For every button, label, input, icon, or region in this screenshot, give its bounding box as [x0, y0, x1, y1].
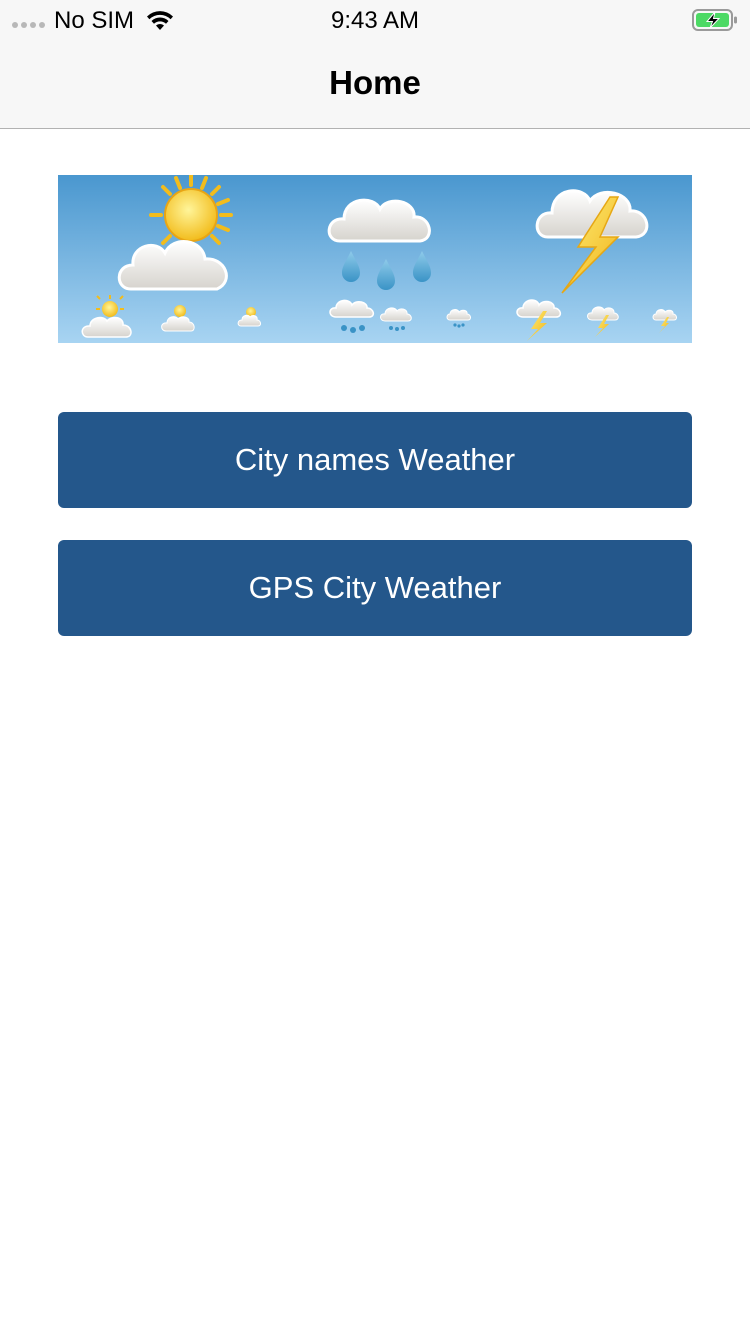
- weather-banner-image: [58, 175, 692, 343]
- battery-charging-icon: [692, 8, 738, 37]
- status-bar: No SIM 9:43 AM: [0, 0, 750, 40]
- status-time: 9:43 AM: [330, 7, 420, 34]
- city-names-weather-button[interactable]: City names Weather: [58, 412, 692, 508]
- gps-city-weather-button[interactable]: GPS City Weather: [58, 540, 692, 636]
- home-screen: No SIM 9:43 AM Home City names Weather G…: [0, 0, 750, 1334]
- page-title: Home: [329, 64, 421, 101]
- navigation-bar: Home: [0, 40, 750, 129]
